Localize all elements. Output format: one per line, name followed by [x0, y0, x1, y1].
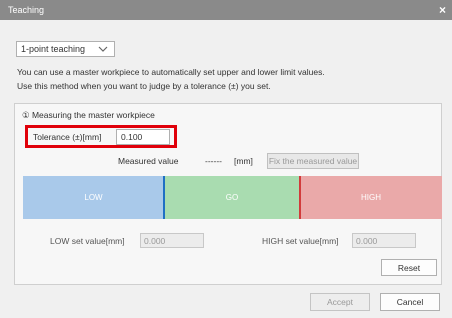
low-set-value-label: LOW set value[mm] [50, 236, 125, 246]
measured-value-label: Measured value [118, 156, 179, 166]
section-title: ① Measuring the master workpiece [22, 110, 155, 120]
cancel-button[interactable]: Cancel [380, 293, 440, 311]
high-zone: HIGH [300, 176, 442, 219]
intro-text-line-1: You can use a master workpiece to automa… [17, 67, 325, 77]
measured-value: ------ [205, 156, 222, 166]
high-set-value-label: HIGH set value[mm] [262, 236, 339, 246]
tolerance-label: Tolerance (±)[mm] [33, 132, 102, 142]
low-zone: LOW [23, 176, 164, 219]
low-limit-marker [163, 176, 165, 219]
teaching-mode-dropdown[interactable]: 1-point teaching [16, 41, 115, 57]
window-title: Teaching [8, 5, 45, 15]
high-limit-marker [299, 176, 301, 219]
reset-button[interactable]: Reset [381, 259, 437, 276]
fix-measured-value-button[interactable]: Fix the measured value [267, 153, 359, 169]
title-bar: Teaching × [0, 0, 452, 20]
judgment-zone-bar: LOW GO HIGH [23, 176, 442, 219]
tolerance-input[interactable]: 0.100 [116, 129, 170, 145]
go-zone: GO [164, 176, 300, 219]
accept-button[interactable]: Accept [310, 293, 370, 311]
teaching-mode-value: 1-point teaching [21, 44, 86, 54]
chevron-down-icon [98, 46, 108, 52]
low-set-value-input: 0.000 [140, 233, 204, 248]
high-set-value-input: 0.000 [352, 233, 416, 248]
intro-text-line-2: Use this method when you want to judge b… [17, 81, 271, 91]
measured-value-unit: [mm] [234, 156, 253, 166]
close-icon[interactable]: × [439, 3, 446, 17]
